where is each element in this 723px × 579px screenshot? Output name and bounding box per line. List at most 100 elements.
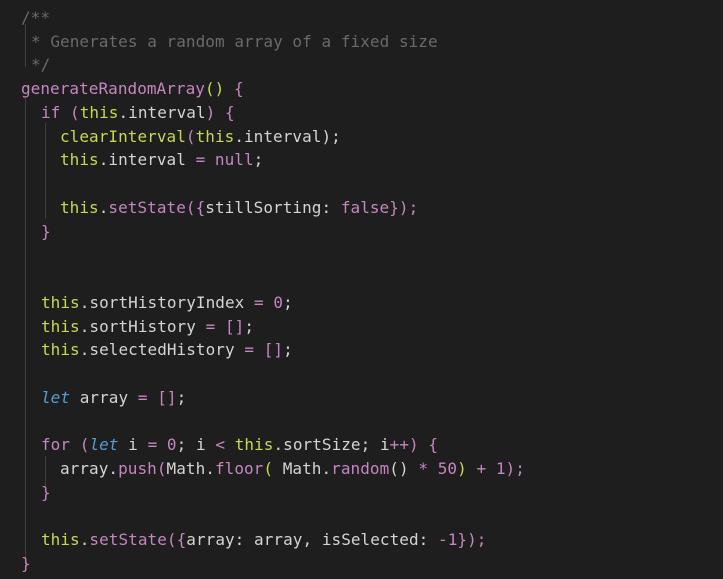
floor-method: floor bbox=[214, 459, 264, 478]
this-keyword: this bbox=[195, 127, 235, 146]
multiply-operator: * bbox=[408, 459, 429, 478]
variable-name: array bbox=[70, 388, 138, 407]
math-ref: Math. bbox=[166, 459, 215, 478]
array-push-line: array.push(Math.floor( Math.random() * 5… bbox=[60, 457, 525, 481]
paren-close: }); bbox=[389, 198, 419, 217]
this-keyword: this bbox=[60, 150, 99, 169]
paren-close: ) bbox=[409, 435, 419, 454]
for-close-line: } bbox=[41, 481, 51, 505]
property: .sortHistory bbox=[79, 317, 206, 336]
paren-open: ({ bbox=[185, 198, 206, 217]
loop-rest: .sortSize; i bbox=[273, 435, 390, 454]
paren-open: ( bbox=[185, 127, 196, 146]
less-than-operator: < bbox=[215, 435, 226, 454]
let-keyword: let bbox=[89, 435, 119, 454]
function-parens: () bbox=[204, 79, 225, 98]
assign-operator: = bbox=[205, 317, 216, 336]
array-literal: [] bbox=[147, 388, 177, 407]
set-state-line: this.setState({array: array, isSelected:… bbox=[41, 528, 486, 552]
code-editor[interactable]: /** * Generates a random array of a fixe… bbox=[0, 0, 723, 579]
call-parens: () bbox=[389, 459, 409, 478]
this-keyword: this bbox=[79, 103, 119, 122]
paren-open: ({ bbox=[166, 530, 187, 549]
semicolon: ; bbox=[283, 340, 293, 359]
number-literal: -1 bbox=[438, 530, 458, 549]
dot: . bbox=[79, 530, 90, 549]
property: .interval bbox=[234, 127, 322, 146]
paren-close: ); bbox=[505, 459, 525, 478]
number-literal: 50 bbox=[428, 459, 458, 478]
comment-close: */ bbox=[31, 55, 51, 74]
array-literal: [] bbox=[215, 317, 245, 336]
number-literal: 0 bbox=[263, 293, 284, 312]
selected-history-line: this.selectedHistory = []; bbox=[41, 338, 293, 362]
dot: . bbox=[98, 198, 109, 217]
set-state-line: this.setState({stillSorting: false}); bbox=[60, 196, 418, 220]
comment-text: * Generates a random array of a fixed si… bbox=[31, 32, 438, 51]
array-literal: [] bbox=[254, 340, 284, 359]
this-keyword: this bbox=[41, 530, 80, 549]
null-literal: null bbox=[205, 150, 254, 169]
indent-guide bbox=[25, 24, 26, 67]
math-ref: Math. bbox=[282, 459, 332, 478]
assign-operator: = bbox=[254, 293, 264, 312]
property: .interval bbox=[118, 103, 206, 122]
paren-open: ( bbox=[70, 435, 90, 454]
number-literal: 1 bbox=[486, 459, 506, 478]
for-loop-line: for (let i = 0; i < this.sortSize; i++) … bbox=[41, 433, 438, 457]
semicolon: ; bbox=[283, 293, 293, 312]
comment-line: */ bbox=[31, 53, 50, 77]
semicolon: ; bbox=[253, 150, 264, 169]
indent-guide bbox=[25, 96, 26, 566]
assign-operator: = bbox=[195, 150, 206, 169]
assign-operator: = bbox=[147, 435, 158, 454]
let-keyword: let bbox=[41, 388, 71, 407]
comment-line: * Generates a random array of a fixed si… bbox=[31, 30, 438, 54]
this-keyword: this bbox=[41, 293, 80, 312]
paren-close: ); bbox=[321, 127, 341, 146]
loop-variable: i bbox=[118, 435, 148, 454]
comment-line: /** bbox=[21, 6, 50, 30]
semicolon: ; bbox=[176, 388, 187, 407]
comment-open: /** bbox=[21, 8, 51, 27]
semicolon: ; bbox=[244, 317, 255, 336]
this-keyword: this bbox=[41, 340, 80, 359]
function-close-line: } bbox=[21, 552, 31, 576]
brace-close: } bbox=[41, 222, 51, 241]
function-call: clearInterval bbox=[60, 127, 186, 146]
method-call: setState bbox=[89, 530, 167, 549]
this-keyword: this bbox=[60, 198, 99, 217]
property: .sortHistoryIndex bbox=[79, 293, 255, 312]
brace-close: } bbox=[41, 483, 51, 502]
loop-condition: ; i bbox=[176, 435, 216, 454]
function-name: generateRandomArray bbox=[21, 79, 205, 98]
assign-null-line: this.interval = null; bbox=[60, 148, 263, 172]
brace-close: } bbox=[21, 554, 31, 573]
paren-close: }); bbox=[457, 530, 487, 549]
for-keyword: for bbox=[41, 435, 71, 454]
brace-open: { bbox=[418, 435, 439, 454]
object-key: stillSorting: bbox=[205, 198, 341, 217]
object-keys: array: array, isSelected: bbox=[186, 530, 439, 549]
assign-operator: = bbox=[244, 340, 255, 359]
paren-open: ( bbox=[263, 459, 274, 478]
function-declaration: generateRandomArray() { bbox=[21, 77, 244, 101]
if-close-line: } bbox=[41, 220, 51, 244]
push-method: push bbox=[118, 459, 157, 478]
paren-close: ) bbox=[457, 459, 467, 478]
this-keyword: this bbox=[234, 435, 274, 454]
paren-open: ( bbox=[156, 459, 167, 478]
property: .selectedHistory bbox=[79, 340, 245, 359]
indent-guide bbox=[45, 123, 46, 219]
sort-history-line: this.sortHistory = []; bbox=[41, 315, 254, 339]
array-ref: array. bbox=[60, 459, 119, 478]
assign-operator: = bbox=[137, 388, 148, 407]
increment-operator: ++ bbox=[389, 435, 410, 454]
boolean-literal: false bbox=[340, 198, 390, 217]
method-call: setState bbox=[108, 198, 186, 217]
property: .interval bbox=[98, 150, 196, 169]
brace-open: { bbox=[215, 103, 235, 122]
plus-operator: + bbox=[466, 459, 487, 478]
